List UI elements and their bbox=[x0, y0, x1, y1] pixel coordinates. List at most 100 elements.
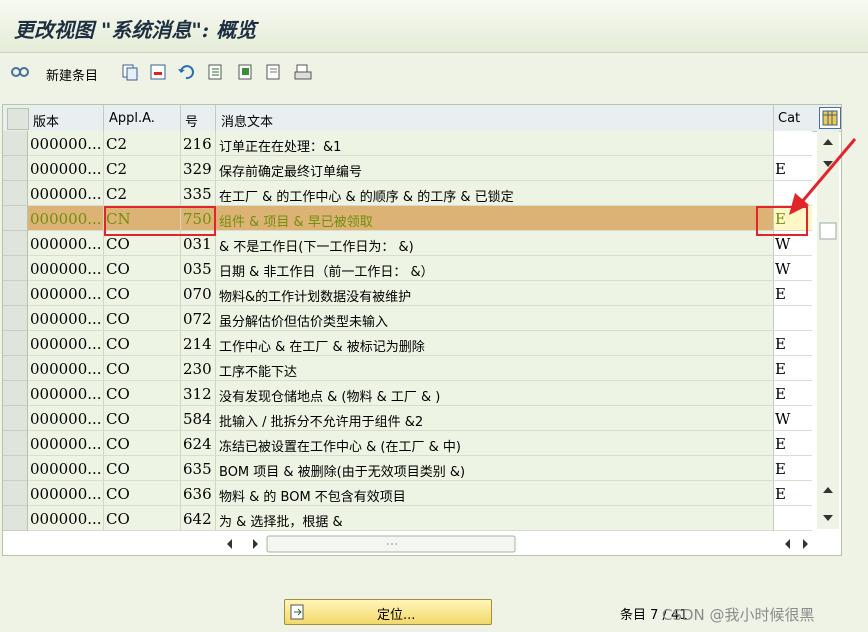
col-header-number[interactable]: 号 bbox=[185, 111, 198, 130]
cell-category[interactable]: W bbox=[773, 406, 812, 431]
row-body[interactable]: 000000... C2 216 订单正在在处理：&1 bbox=[28, 131, 773, 156]
row-body[interactable]: 000000... CO 624 冻结已被设置在工作中心 & (在工厂 & 中) bbox=[28, 431, 773, 456]
row-selector[interactable] bbox=[3, 331, 28, 356]
cell-category-value: E bbox=[775, 285, 786, 303]
cell-version: 000000... bbox=[30, 285, 102, 303]
row-selector[interactable] bbox=[3, 281, 28, 306]
table-row[interactable]: 000000... C2 216 订单正在在处理：&1 bbox=[3, 131, 841, 156]
cell-category[interactable] bbox=[773, 306, 812, 331]
row-selector[interactable] bbox=[3, 181, 28, 206]
cell-number: 230 bbox=[183, 360, 212, 378]
cell-number: 335 bbox=[183, 185, 212, 203]
row-body[interactable]: 000000... CO 070 物料&的工作计划数据没有被维护 bbox=[28, 281, 773, 306]
row-selector[interactable] bbox=[3, 256, 28, 281]
col-header-category[interactable]: Cat bbox=[778, 111, 800, 126]
cell-category[interactable]: W bbox=[773, 256, 812, 281]
table-row[interactable]: 000000... CO 624 冻结已被设置在工作中心 & (在工厂 & 中) E bbox=[3, 431, 841, 456]
cell-category[interactable]: E bbox=[773, 431, 812, 456]
horizontal-scrollbar[interactable] bbox=[217, 533, 817, 555]
locate-button[interactable]: 定位... bbox=[284, 599, 492, 625]
row-body[interactable]: 000000... C2 335 在工厂 & 的工作中心 & 的顺序 & 的工序 & … bbox=[28, 181, 773, 206]
cell-message-text: 组件 & 项目 & 早已被领取 bbox=[219, 215, 373, 230]
table-row[interactable]: 000000... CO 312 没有发现仓储地点 & (物料 & 工厂 & ) E bbox=[3, 381, 841, 406]
row-selector[interactable] bbox=[3, 231, 28, 256]
cell-category-value: E bbox=[775, 385, 786, 403]
row-body[interactable]: 000000... CO 636 物料 & 的 BOM 不包含有效项目 bbox=[28, 481, 773, 506]
cell-number: 072 bbox=[183, 310, 212, 328]
row-body[interactable]: 000000... CO 072 虽分解估价但估价类型未输入 bbox=[28, 306, 773, 331]
cell-message-text: 物料 & 的 BOM 不包含有效项目 bbox=[219, 490, 406, 505]
cell-category[interactable]: E bbox=[773, 281, 812, 306]
cell-category-value: W bbox=[775, 410, 791, 428]
row-selector[interactable] bbox=[3, 206, 28, 231]
cell-number: 070 bbox=[183, 285, 212, 303]
row-selector[interactable] bbox=[3, 156, 28, 181]
row-body[interactable]: 000000... C2 329 保存前确定最终订单编号 bbox=[28, 156, 773, 181]
table-row[interactable]: 000000... CO 635 BOM 项目 & 被删除(由于无效项目类别 &) E bbox=[3, 456, 841, 481]
display-change-icon[interactable] bbox=[10, 62, 30, 82]
cell-version: 000000... bbox=[30, 210, 102, 228]
cell-category-value: E bbox=[775, 335, 786, 353]
row-body[interactable]: 000000... CO 035 日期 & 非工作日（前一工作日： &） bbox=[28, 256, 773, 281]
row-selector[interactable] bbox=[3, 481, 28, 506]
copy-icon[interactable] bbox=[120, 62, 140, 82]
row-selector[interactable] bbox=[3, 306, 28, 331]
cell-message-text: 物料&的工作计划数据没有被维护 bbox=[219, 290, 412, 305]
cell-version: 000000... bbox=[30, 185, 102, 203]
row-body[interactable]: 000000... CO 214 工作中心 & 在工厂 & 被标记为删除 bbox=[28, 331, 773, 356]
row-selector[interactable] bbox=[3, 381, 28, 406]
new-entries-button[interactable]: 新建条目 bbox=[46, 65, 98, 84]
delete-icon[interactable] bbox=[148, 62, 168, 82]
col-header-appl-area[interactable]: Appl.A. bbox=[109, 111, 155, 126]
undo-icon[interactable] bbox=[176, 62, 196, 82]
table-row[interactable]: 000000... CO 214 工作中心 & 在工厂 & 被标记为删除 E bbox=[3, 331, 841, 356]
cell-number: 329 bbox=[183, 160, 212, 178]
row-selector[interactable] bbox=[3, 456, 28, 481]
print-icon[interactable] bbox=[294, 62, 314, 82]
cell-category[interactable]: E bbox=[773, 381, 812, 406]
table-row[interactable]: 000000... CO 642 为 & 选择批，根据 & bbox=[3, 506, 841, 531]
select-all-cell[interactable] bbox=[7, 108, 29, 130]
row-body[interactable]: 000000... CO 230 工序不能下达 bbox=[28, 356, 773, 381]
cell-category[interactable]: E bbox=[773, 456, 812, 481]
cell-message-text: 冻结已被设置在工作中心 & (在工厂 & 中) bbox=[219, 440, 461, 455]
row-selector[interactable] bbox=[3, 506, 28, 531]
col-header-message-text[interactable]: 消息文本 bbox=[221, 111, 273, 130]
annotation-arrow bbox=[789, 138, 857, 215]
table-row[interactable]: 000000... C2 335 在工厂 & 的工作中心 & 的顺序 & 的工序 & … bbox=[3, 181, 841, 206]
cell-appl-area: C2 bbox=[106, 185, 128, 203]
table-row[interactable]: 000000... CO 035 日期 & 非工作日（前一工作日： &） W bbox=[3, 256, 841, 281]
row-body[interactable]: 000000... CO 635 BOM 项目 & 被删除(由于无效项目类别 &) bbox=[28, 456, 773, 481]
cell-appl-area: CO bbox=[106, 310, 130, 328]
deselect-all-icon[interactable] bbox=[264, 62, 284, 82]
cell-category[interactable] bbox=[773, 506, 812, 531]
cell-message-text: & 不是工作日(下一工作日为： &) bbox=[219, 240, 414, 255]
cell-message-text: 工序不能下达 bbox=[219, 365, 298, 380]
col-header-version[interactable]: 版本 bbox=[33, 111, 59, 130]
cell-version: 000000... bbox=[30, 160, 102, 178]
table-row[interactable]: 000000... CO 636 物料 & 的 BOM 不包含有效项目 E bbox=[3, 481, 841, 506]
row-body[interactable]: 000000... CO 312 没有发现仓储地点 & (物料 & 工厂 & ) bbox=[28, 381, 773, 406]
table-row[interactable]: 000000... CO 584 批输入 / 批拆分不允许用于组件 &2 W bbox=[3, 406, 841, 431]
cell-appl-area: CO bbox=[106, 485, 130, 503]
cell-version: 000000... bbox=[30, 435, 102, 453]
table-row[interactable]: 000000... C2 329 保存前确定最终订单编号 E bbox=[3, 156, 841, 181]
select-all-icon[interactable] bbox=[206, 62, 226, 82]
row-body[interactable]: 000000... CO 584 批输入 / 批拆分不允许用于组件 &2 bbox=[28, 406, 773, 431]
cell-category[interactable]: E bbox=[773, 481, 812, 506]
cell-category-value: E bbox=[775, 460, 786, 478]
row-body[interactable]: 000000... CO 642 为 & 选择批，根据 & bbox=[28, 506, 773, 531]
column-settings-icon[interactable] bbox=[819, 107, 841, 129]
row-selector[interactable] bbox=[3, 406, 28, 431]
cell-number: 312 bbox=[183, 385, 212, 403]
select-block-icon[interactable] bbox=[236, 62, 256, 82]
row-selector[interactable] bbox=[3, 431, 28, 456]
cell-category[interactable]: E bbox=[773, 331, 812, 356]
cell-category[interactable]: E bbox=[773, 356, 812, 381]
row-selector[interactable] bbox=[3, 356, 28, 381]
table-row[interactable]: 000000... CO 072 虽分解估价但估价类型未输入 bbox=[3, 306, 841, 331]
cell-appl-area: CO bbox=[106, 435, 130, 453]
table-row[interactable]: 000000... CO 230 工序不能下达 E bbox=[3, 356, 841, 381]
table-row[interactable]: 000000... CO 070 物料&的工作计划数据没有被维护 E bbox=[3, 281, 841, 306]
row-selector[interactable] bbox=[3, 131, 28, 156]
